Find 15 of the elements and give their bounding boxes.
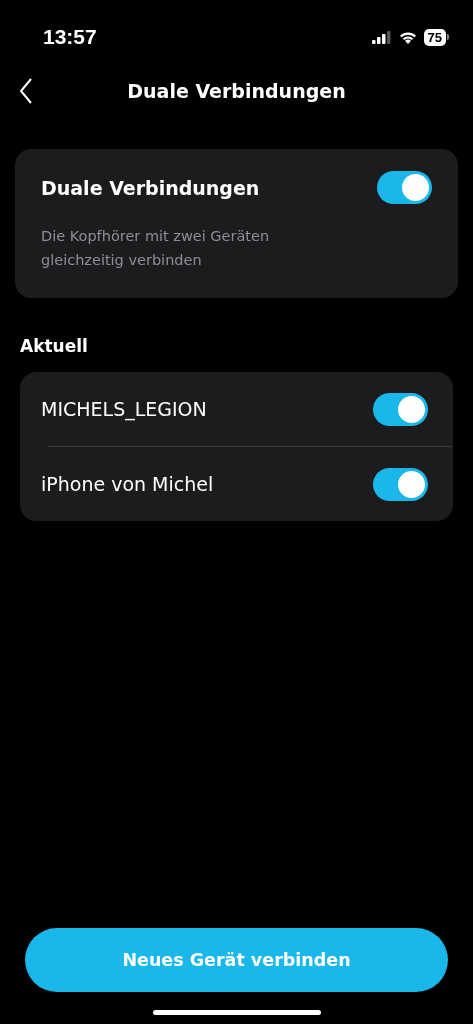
toggle-switch[interactable] — [373, 467, 428, 501]
wifi-icon — [398, 30, 417, 44]
status-time: 13:57 — [43, 25, 97, 49]
toggle-switch[interactable] — [377, 171, 432, 204]
setting-title: Duale Verbindungen — [41, 176, 260, 199]
device-name: iPhone von Michel — [41, 473, 214, 495]
back-button[interactable] — [18, 78, 34, 104]
device-name: MICHELS_LEGION — [41, 398, 207, 420]
toggle-switch[interactable] — [373, 392, 428, 426]
connect-button[interactable]: Neues Gerät verbinden — [25, 928, 448, 992]
battery-indicator: 75 — [423, 28, 449, 46]
page-title: Duale Verbindungen — [127, 80, 346, 102]
setting-description: Die Kopfhörer mit zwei Geräten gleichzeitig verbinden — [41, 227, 271, 270]
section-heading: Aktuell — [20, 336, 89, 356]
signal-icon — [371, 30, 392, 44]
